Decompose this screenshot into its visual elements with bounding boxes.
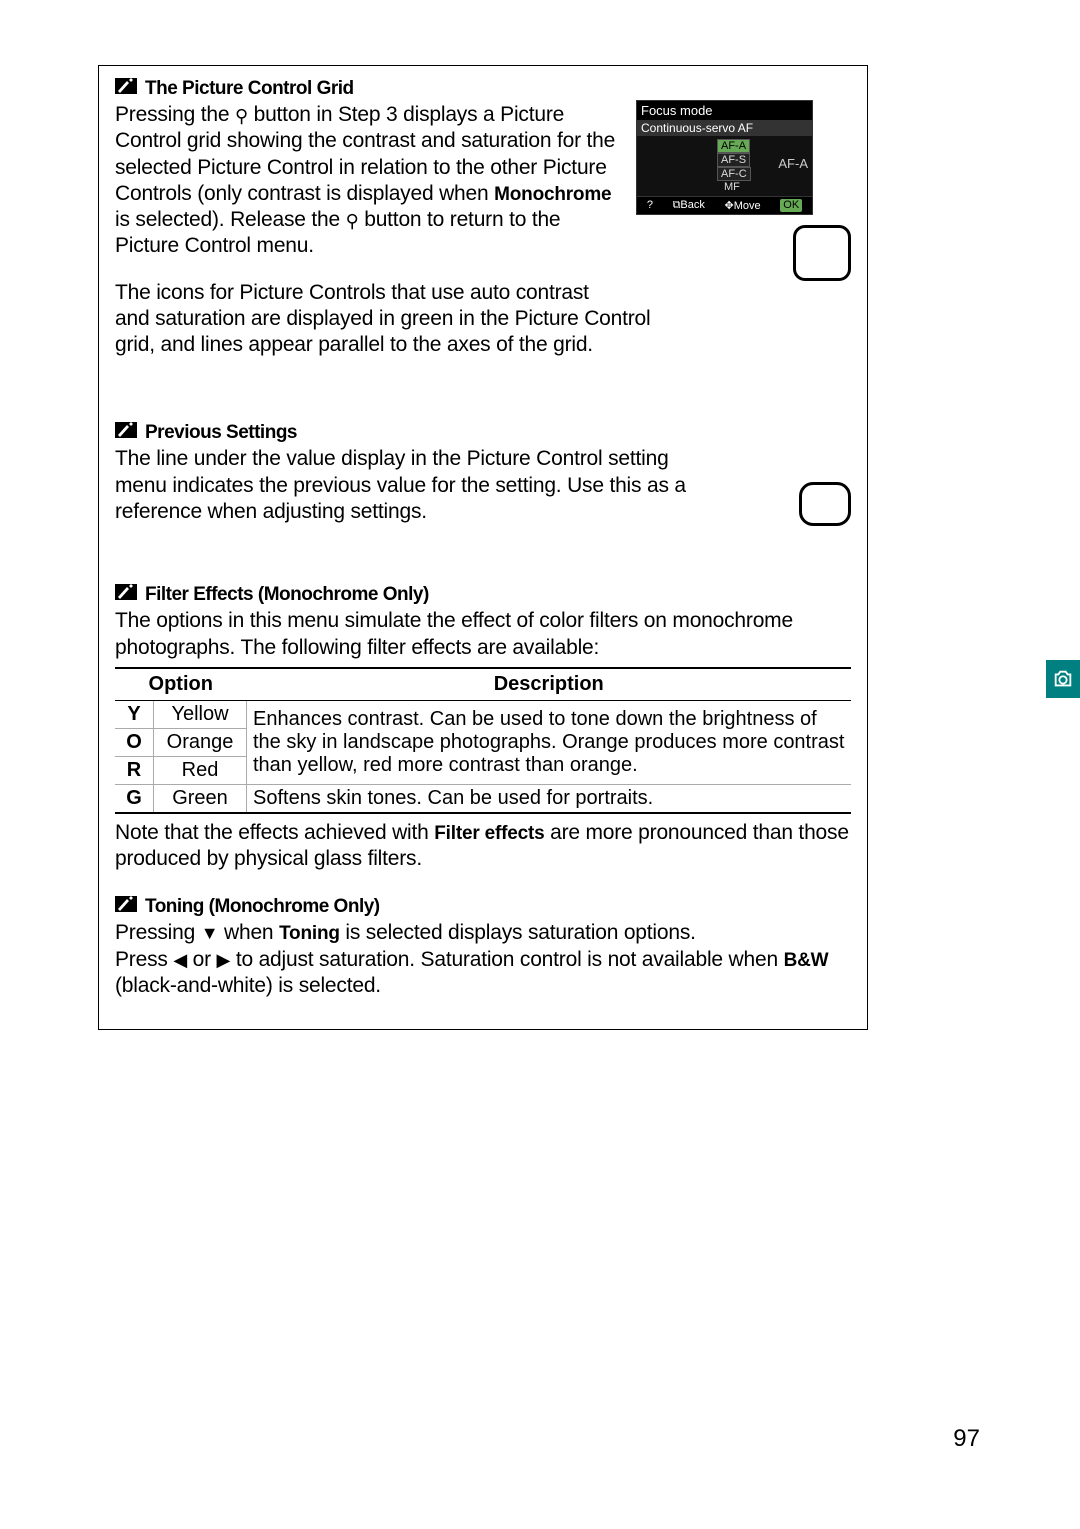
camera-lcd: Focus mode Continuous-servo AF AF-A AF-S… [636, 100, 813, 215]
filter-description: Enhances contrast. Can be used to tone d… [247, 700, 852, 784]
section-tab-camera-icon [1046, 660, 1080, 698]
lcd-figure-block: Focus mode Continuous-servo AF AF-A AF-S… [636, 100, 851, 281]
section-heading: Filter Effects (Monochrome Only) [115, 584, 851, 606]
lcd-back-label: ⧉Back [673, 199, 705, 212]
heading-text: Previous Settings [145, 422, 297, 443]
lcd-option: AF-S [717, 153, 750, 167]
table-row: Y Yellow Enhances contrast. Can be used … [115, 700, 851, 728]
text: Pressing [115, 921, 201, 944]
table-row: G Green Softens skin tones. Can be used … [115, 784, 851, 813]
placeholder-box [793, 225, 851, 281]
right-arrow-icon: ▶ [217, 950, 231, 970]
section-toning: Toning (Monochrome Only) Pressing ▼ when… [115, 896, 851, 999]
lcd-title: Focus mode [637, 101, 812, 120]
zoom-in-icon: ⚲ [235, 106, 248, 126]
placeholder-container [791, 482, 851, 526]
left-arrow-icon: ◀ [173, 950, 187, 970]
filter-name: Yellow [154, 700, 247, 728]
text: to adjust saturation. Saturation control… [230, 948, 783, 971]
text: or [187, 948, 217, 971]
filter-effects-table: Option Description Y Yellow Enhances con… [115, 667, 851, 814]
page-number: 97 [953, 1425, 980, 1453]
bold-term: B&W [784, 950, 829, 971]
lcd-option: MF [721, 181, 743, 193]
heading-text: Toning (Monochrome Only) [145, 896, 380, 917]
lcd-footer: ? ⧉Back ✥Move OK [637, 196, 812, 214]
note-icon [115, 584, 137, 600]
table-header-description: Description [247, 668, 852, 701]
text: is selected displays saturation options. [340, 921, 696, 944]
text: is selected). Release the [115, 208, 346, 231]
filter-code: O [115, 728, 154, 756]
paragraph: The icons for Picture Controls that use … [115, 280, 675, 359]
section-heading: Previous Settings [115, 422, 851, 444]
paragraph: Pressing ▼ when Toning is selected displ… [115, 920, 851, 999]
section-filter-effects: Filter Effects (Monochrome Only) The opt… [115, 584, 851, 872]
heading-text: Filter Effects (Monochrome Only) [145, 584, 429, 605]
paragraph: The line under the value display in the … [115, 446, 715, 525]
section-picture-control-grid: The Picture Control Grid Focus mode Cont… [115, 78, 851, 358]
lcd-help-icon: ? [647, 199, 653, 212]
filter-name: Red [154, 756, 247, 784]
filter-description: Softens skin tones. Can be used for port… [247, 784, 852, 813]
section-previous-settings: Previous Settings The line under the val… [115, 422, 851, 530]
lcd-option: AF-C [717, 167, 751, 181]
filter-code: Y [115, 700, 154, 728]
section-heading: The Picture Control Grid [115, 78, 851, 100]
filter-name: Green [154, 784, 247, 813]
lcd-side-label: AF-A [778, 156, 808, 171]
text: Press [115, 948, 173, 971]
lcd-subtitle: Continuous-servo AF [637, 120, 812, 136]
paragraph: Note that the effects achieved with Filt… [115, 820, 851, 873]
text: when [218, 921, 279, 944]
text: Note that the effects achieved with [115, 821, 434, 844]
filter-code: G [115, 784, 154, 813]
heading-text: The Picture Control Grid [145, 78, 354, 99]
bold-term: Filter effects [434, 823, 544, 844]
section-heading: Toning (Monochrome Only) [115, 896, 851, 918]
note-icon [115, 78, 137, 94]
zoom-in-icon: ⚲ [346, 211, 359, 231]
text: Pressing the [115, 103, 235, 126]
bold-term: Monochrome [494, 184, 611, 205]
note-icon [115, 896, 137, 912]
manual-page: The Picture Control Grid Focus mode Cont… [98, 65, 868, 1030]
bold-term: Toning [279, 923, 340, 944]
placeholder-box [799, 482, 851, 526]
lcd-move-label: ✥Move [725, 199, 761, 212]
paragraph: The options in this menu simulate the ef… [115, 608, 851, 661]
note-icon [115, 422, 137, 438]
lcd-ok-label: OK [780, 199, 802, 212]
lcd-option: AF-A [717, 139, 750, 153]
table-header-option: Option [115, 668, 247, 701]
filter-code: R [115, 756, 154, 784]
down-arrow-icon: ▼ [201, 923, 219, 943]
text: (black-and-white) is selected. [115, 974, 381, 997]
lcd-body: AF-A AF-S AF-C MF AF-A [637, 136, 812, 196]
filter-name: Orange [154, 728, 247, 756]
